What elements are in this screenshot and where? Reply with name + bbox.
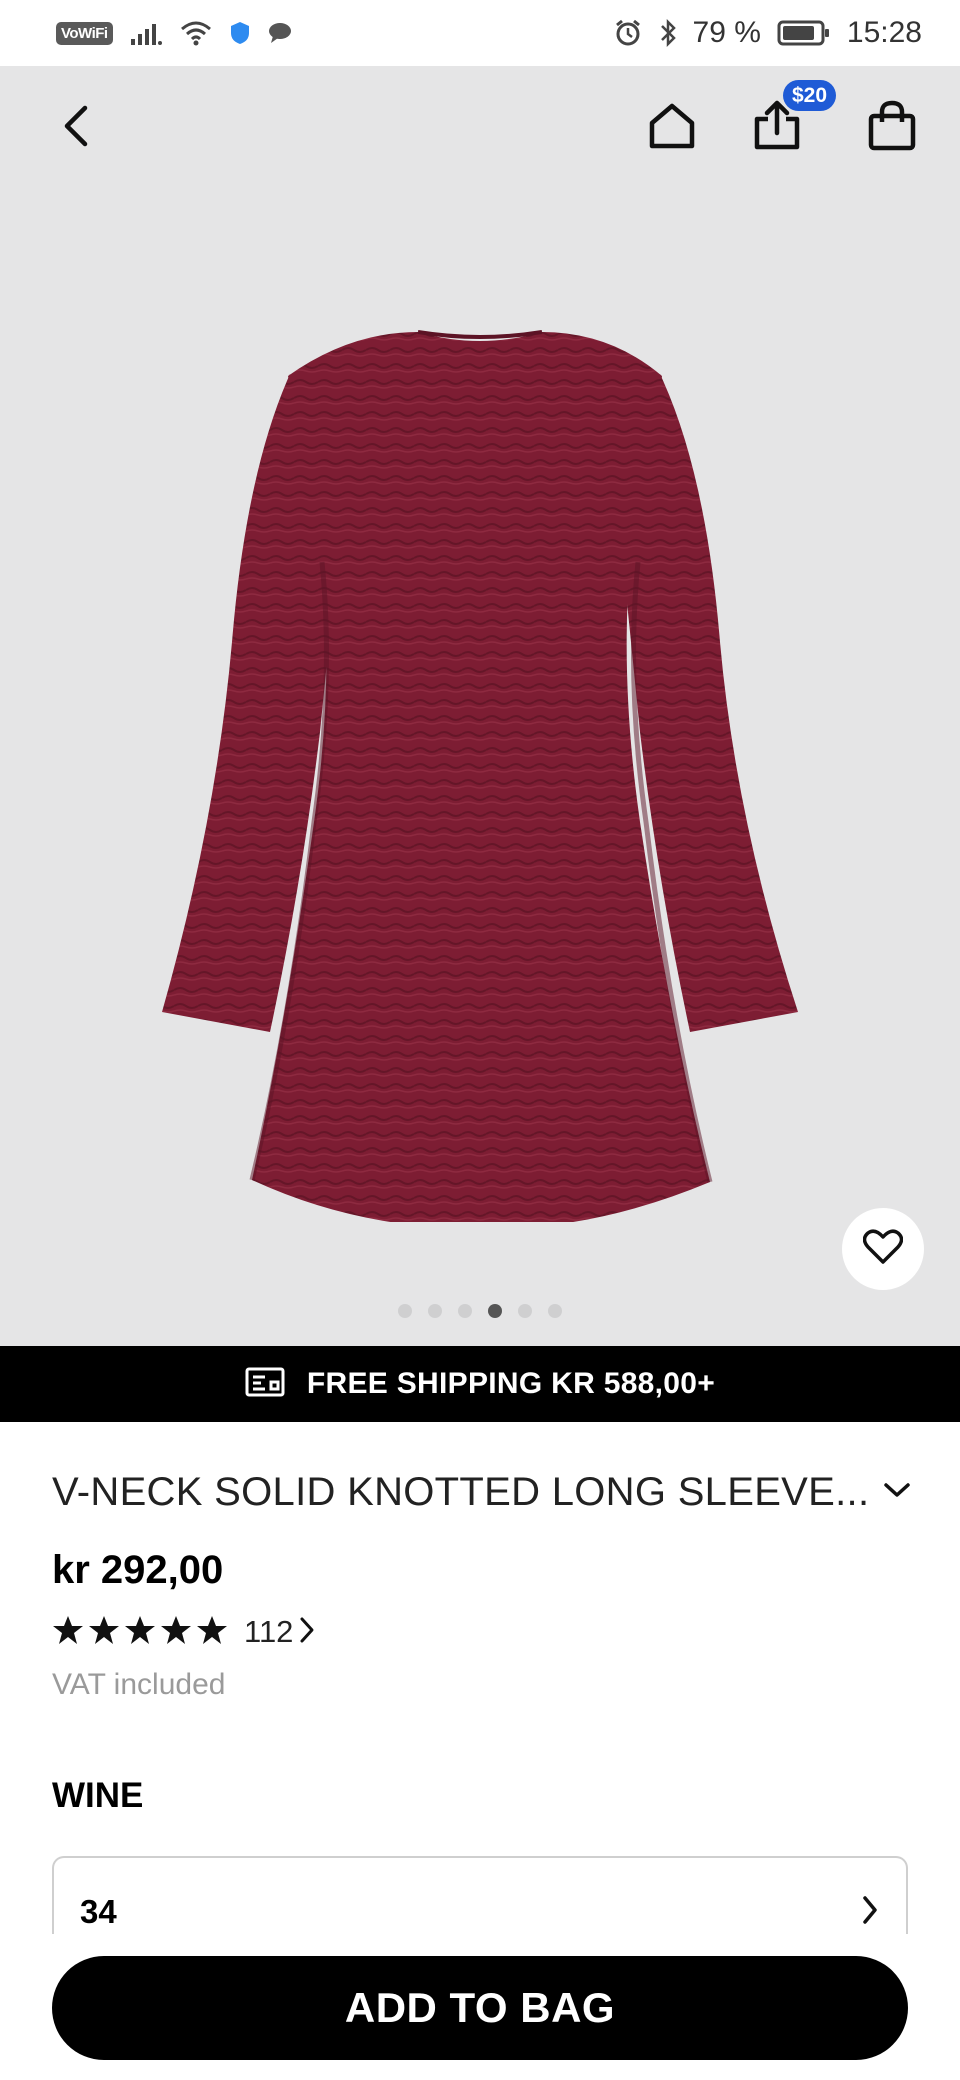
rating-row[interactable]: 112 [52,1614,317,1650]
home-button[interactable] [640,96,704,160]
product-price: kr 292,00 [52,1548,224,1592]
gallery-dot[interactable] [398,1304,412,1318]
product-title: V-NECK SOLID KNOTTED LONG SLEEVE... [52,1470,870,1514]
alarm-icon [613,18,643,48]
star-icon [52,1615,84,1650]
top-navigation: $20 [0,66,960,186]
product-title-row[interactable]: V-NECK SOLID KNOTTED LONG SLEEVE... [52,1470,912,1515]
shipping-icon [245,1366,285,1403]
share-reward-badge: $20 [783,80,837,111]
gallery-pagination [0,1304,960,1318]
bag-icon [867,100,917,157]
review-count: 112 [244,1614,294,1649]
add-to-bag-button[interactable]: ADD TO BAG [52,1956,908,2060]
gallery-dot[interactable] [488,1304,502,1318]
shopping-bag-button[interactable] [860,96,924,160]
rating-stars [52,1615,228,1650]
back-button[interactable] [44,96,108,160]
star-icon [160,1615,192,1650]
chat-icon [267,21,293,45]
chevron-right-icon [860,1894,880,1931]
heart-icon [862,1228,904,1270]
wifi-icon [179,19,213,47]
back-arrow-icon [59,102,93,155]
free-shipping-banner[interactable]: FREE SHIPPING KR 588,00+ [0,1346,960,1422]
bluetooth-icon [659,18,677,48]
signal-icon [129,19,163,47]
battery-percent: 79 % [692,16,761,49]
shield-icon [229,20,251,46]
color-label: WINE [52,1776,144,1815]
vat-note: VAT included [52,1668,226,1701]
gallery-dot[interactable] [428,1304,442,1318]
battery-icon [777,19,831,47]
star-icon [196,1615,228,1650]
star-icon [88,1615,120,1650]
status-bar-left: VoWiFi [56,19,293,47]
gallery-dot[interactable] [548,1304,562,1318]
shipping-text: FREE SHIPPING KR 588,00+ [306,1367,716,1400]
wishlist-button[interactable] [842,1208,924,1290]
gallery-dot[interactable] [458,1304,472,1318]
chevron-down-icon[interactable] [882,1480,912,1505]
status-bar-right: 79 % 15:28 [613,16,922,50]
home-icon [647,101,697,156]
vowifi-indicator: VoWiFi [56,21,113,45]
star-icon [124,1615,156,1650]
product-image-dress [162,330,798,1222]
size-value: 34 [80,1893,117,1930]
product-gallery[interactable]: $20 [0,66,960,1346]
chevron-right-icon [297,1616,317,1649]
gallery-dot[interactable] [518,1304,532,1318]
clock: 15:28 [846,16,922,49]
status-bar: VoWiFi 79 % 15:28 [0,0,960,66]
